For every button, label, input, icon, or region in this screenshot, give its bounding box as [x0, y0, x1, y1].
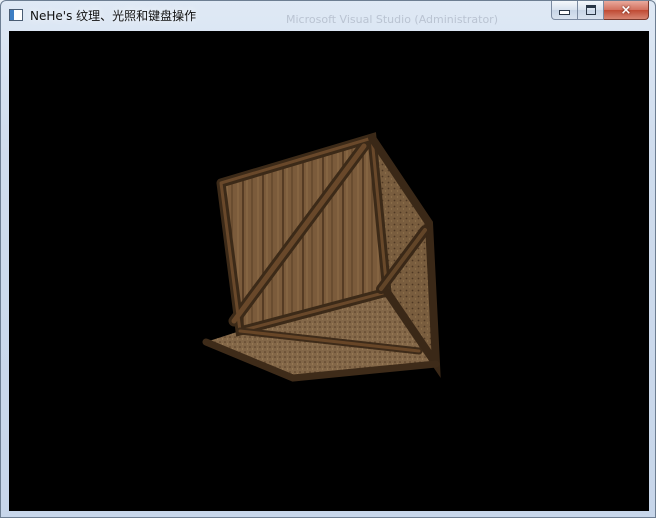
opengl-viewport[interactable]: [9, 31, 649, 511]
title-bar[interactable]: NeHe's 纹理、光照和键盘操作 Microsoft Visual Studi…: [1, 1, 655, 31]
close-icon: ×: [620, 2, 632, 18]
minimize-icon: [559, 10, 570, 15]
window-title: NeHe's 纹理、光照和键盘操作: [30, 9, 197, 23]
maximize-icon: [585, 5, 596, 15]
app-window: NeHe's 纹理、光照和键盘操作 Microsoft Visual Studi…: [0, 0, 656, 518]
minimize-button[interactable]: [551, 1, 578, 20]
crate-scene: [202, 132, 441, 382]
background-window-title: Microsoft Visual Studio (Administrator): [286, 13, 498, 26]
app-window-icon[interactable]: [9, 9, 23, 21]
caption-buttons: ×: [551, 1, 649, 20]
maximize-button[interactable]: [578, 1, 604, 20]
close-button[interactable]: ×: [604, 1, 649, 20]
